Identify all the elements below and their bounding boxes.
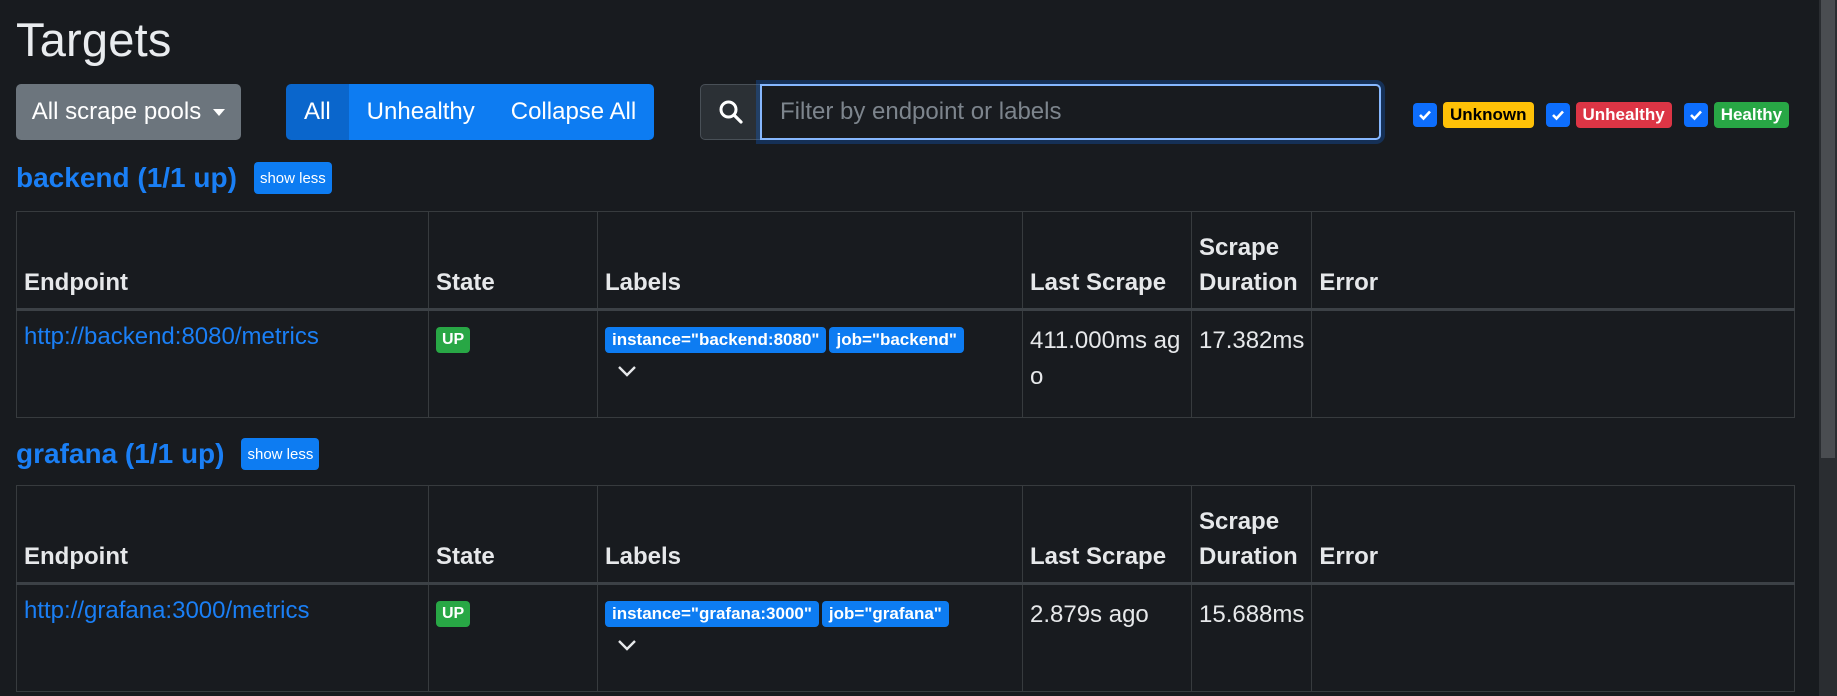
last-scrape: 411.000ms ago [1030,327,1181,390]
col-endpoint: Endpoint [16,211,429,311]
col-scrape-duration-line1: Scrape [1199,234,1280,261]
chevron-down-icon[interactable] [617,639,637,651]
pool-title[interactable]: grafana (1/1 up) [16,438,224,470]
collapse-all-button[interactable]: Collapse All [492,84,655,140]
col-scrape-duration: Scrape Duration [1190,211,1313,311]
show-less-button[interactable]: show less [253,162,332,194]
search-group [700,84,1381,140]
pool-title[interactable]: backend (1/1 up) [16,162,237,194]
label-badge: instance="backend:8080" [605,327,827,353]
all-button[interactable]: All [286,84,349,140]
page-title: Targets [16,13,172,66]
table-header-row: Endpoint State Labels Last Scrape Scrape… [16,211,1795,311]
show-less-button[interactable]: show less [241,438,320,470]
unknown-checkbox[interactable] [1413,103,1437,127]
targets-table-grafana: Endpoint State Labels Last Scrape Scrape… [16,485,1795,692]
pool-header-grafana: grafana (1/1 up) show less [16,438,320,470]
unhealthy-checkbox[interactable] [1545,103,1570,127]
scrape-duration: 17.382ms [1199,327,1305,354]
col-error: Error [1311,485,1795,585]
endpoint-link[interactable]: http://backend:8080/metrics [24,323,319,350]
targets-table-backend: Endpoint State Labels Last Scrape Scrape… [16,211,1795,418]
scrape-duration: 15.688ms [1199,601,1305,628]
check-icon [1419,110,1431,121]
col-labels: Labels [597,485,1023,585]
col-state: State [428,211,598,311]
col-scrape-duration-line2: Duration [1199,269,1298,296]
col-labels: Labels [597,211,1023,311]
check-icon [1689,110,1702,121]
view-filter-group: All Unhealthy Collapse All [286,84,655,140]
table-row: http://grafana:3000/metrics UP instance=… [16,583,1795,692]
unhealthy-button[interactable]: Unhealthy [348,84,493,140]
healthy-checkbox[interactable] [1683,103,1708,127]
col-last-scrape: Last Scrape [1022,485,1192,585]
healthy-badge: Healthy [1713,102,1790,128]
col-endpoint: Endpoint [16,485,429,585]
search-input[interactable] [760,84,1381,140]
col-scrape-duration: Scrape Duration [1190,485,1313,585]
search-icon [700,84,760,140]
label-badge: job="grafana" [821,601,949,627]
table-row: http://backend:8080/metrics UP instance=… [16,309,1795,418]
last-scrape: 2.879s ago [1030,601,1149,628]
col-state: State [428,485,598,585]
label-badge: job="backend" [829,327,964,353]
col-last-scrape: Last Scrape [1022,211,1192,311]
toolbar: All scrape pools All Unhealthy Collapse … [16,84,1794,140]
state-badge: UP [436,601,471,627]
unknown-badge: Unknown [1443,102,1534,128]
label-badge: instance="grafana:3000" [605,601,819,627]
unhealthy-badge: Unhealthy [1575,102,1672,128]
col-scrape-duration-line1: Scrape [1199,508,1280,535]
col-error: Error [1311,211,1795,311]
endpoint-link[interactable]: http://grafana:3000/metrics [24,597,310,624]
table-header-row: Endpoint State Labels Last Scrape Scrape… [16,485,1795,585]
pool-header-backend: backend (1/1 up) show less [16,162,332,194]
state-badge: UP [436,327,471,353]
col-scrape-duration-line2: Duration [1199,543,1298,570]
scrape-pool-select-label: All scrape pools [31,98,202,125]
chevron-down-icon[interactable] [617,365,637,377]
check-icon [1551,110,1564,121]
scrape-pool-select[interactable]: All scrape pools [16,84,241,140]
vertical-scrollbar[interactable] [1819,0,1837,696]
health-filters: Unknown Unhealthy Healthy [1413,102,1795,128]
caret-down-icon [213,108,226,116]
scrollbar-thumb[interactable] [1821,0,1835,458]
